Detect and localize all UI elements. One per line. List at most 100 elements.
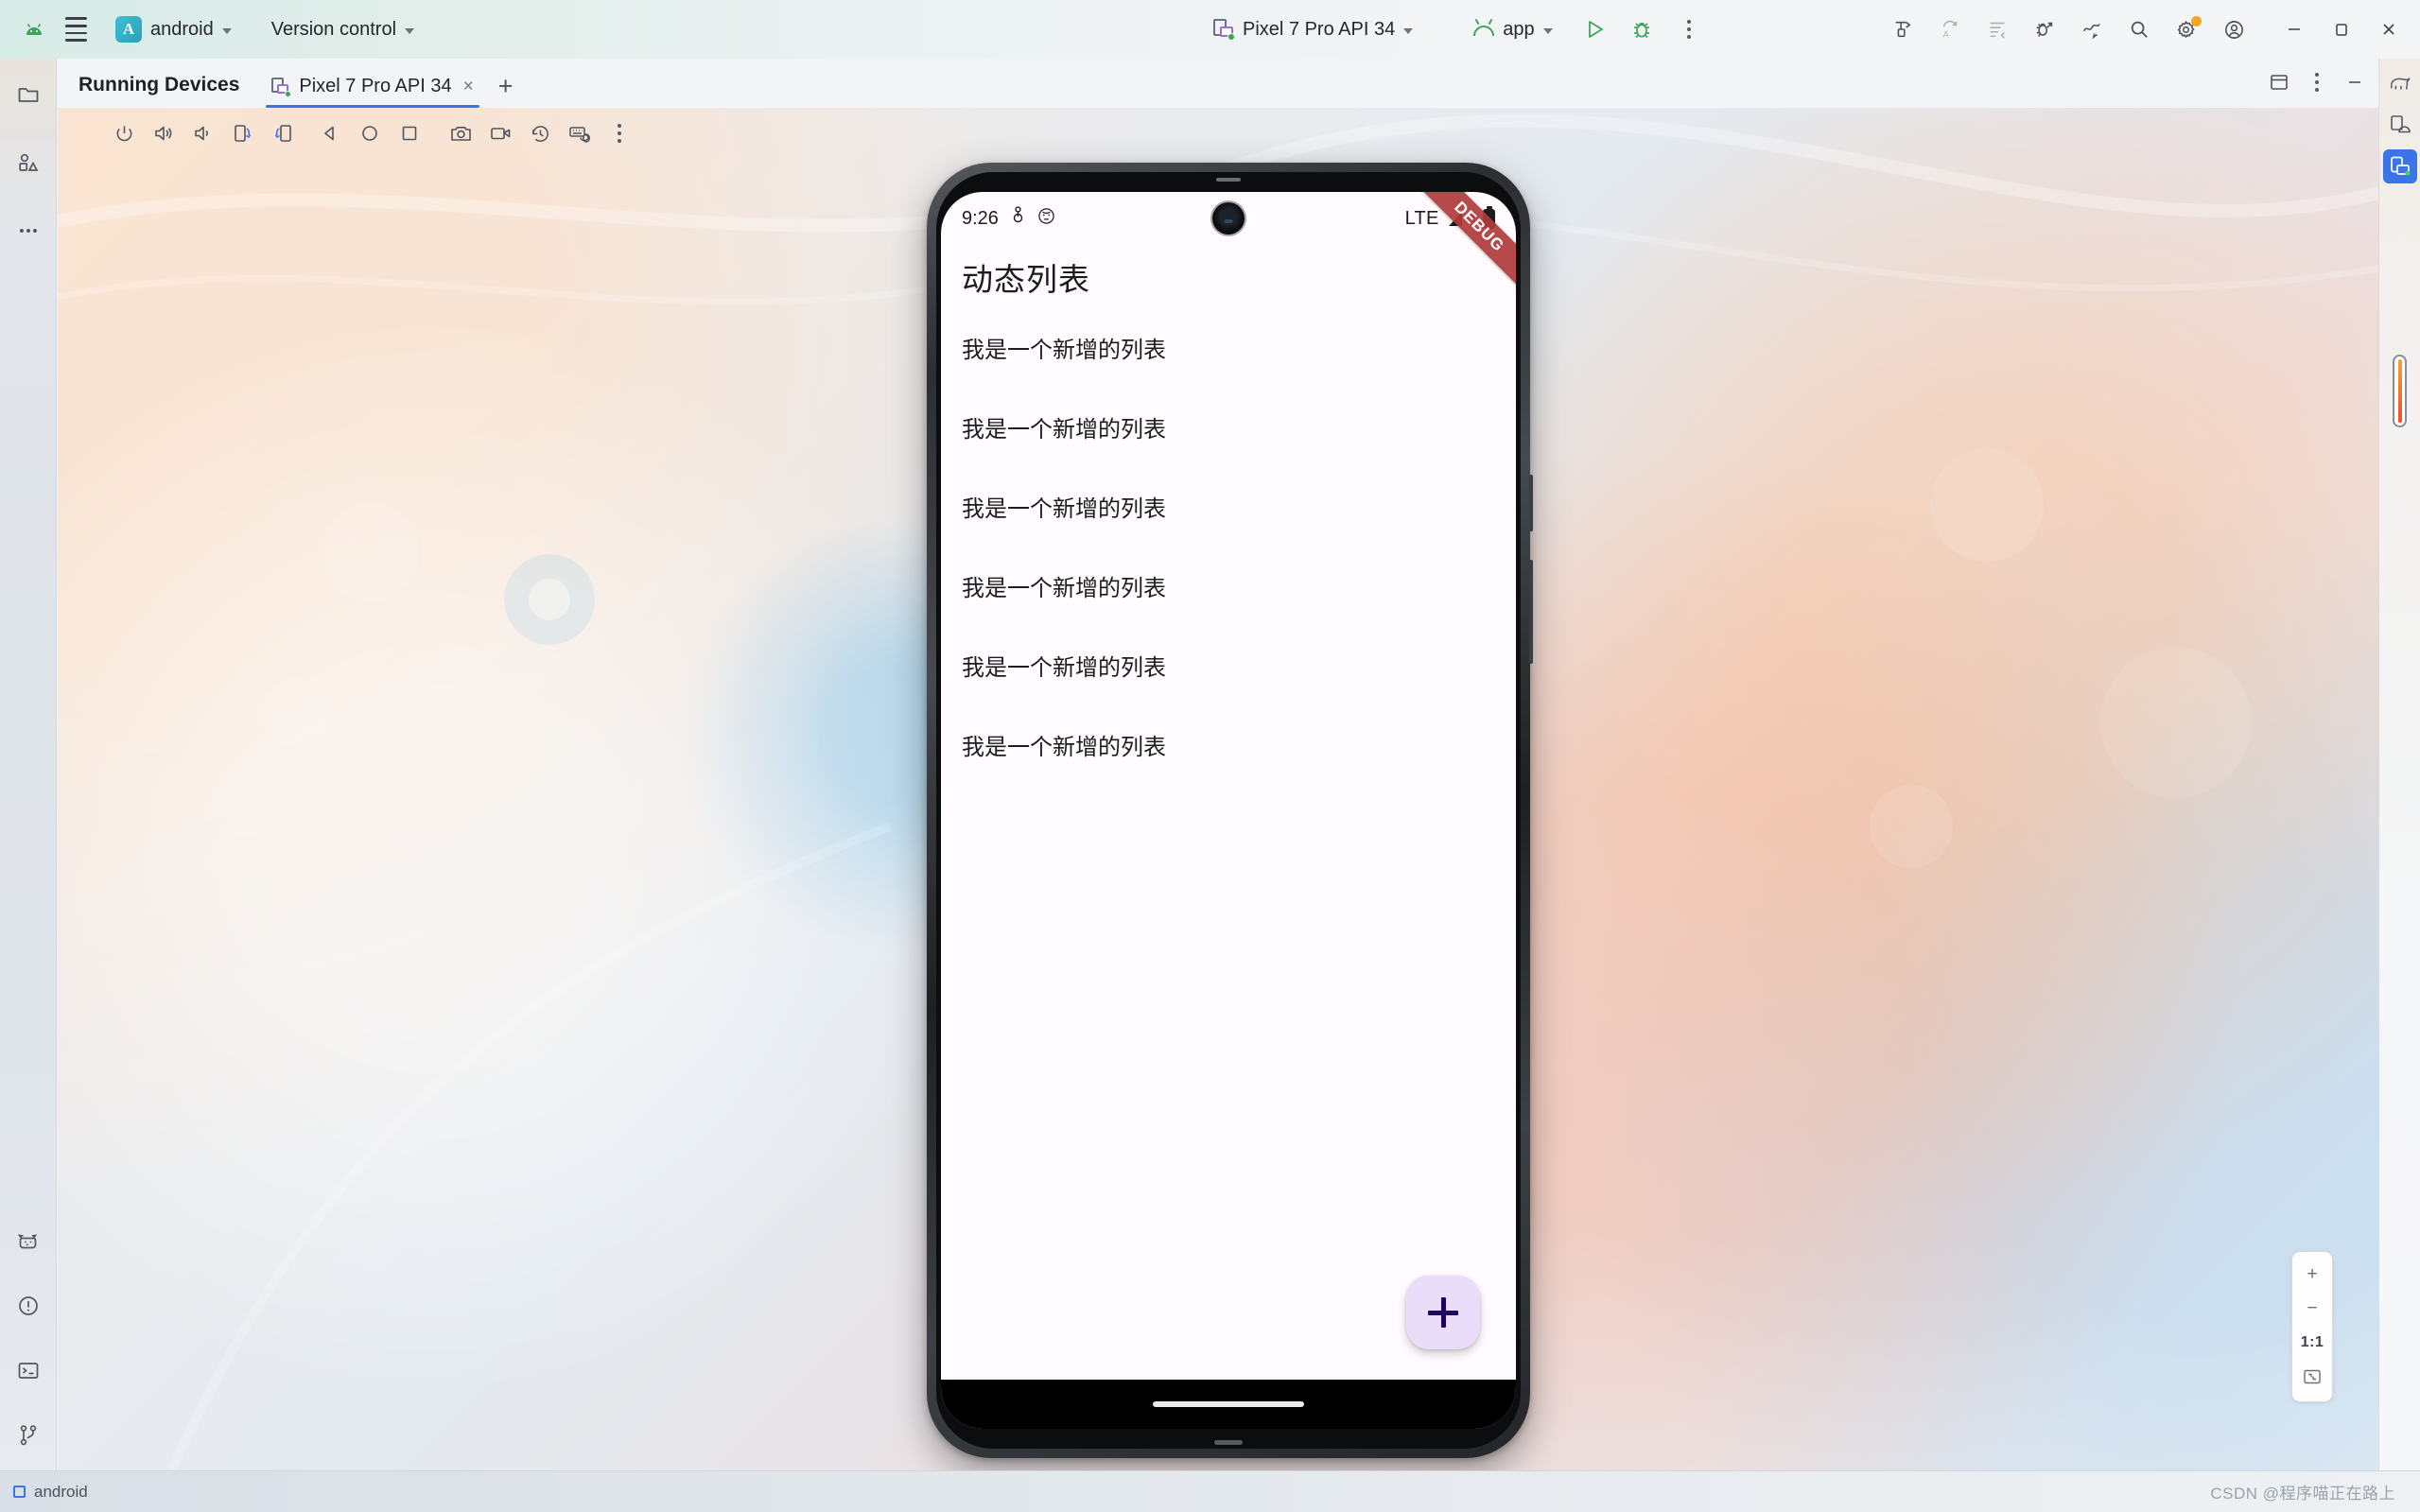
project-folder-icon[interactable] <box>6 72 51 117</box>
bottom-status-bar: android CSDN @程序喵正在路上 <box>0 1470 2420 1512</box>
status-time: 9:26 <box>962 207 999 229</box>
list-item[interactable]: 我是一个新增的列表 <box>941 387 1516 466</box>
debug-bug-icon[interactable] <box>1622 9 1662 49</box>
tab-pixel-7-pro-api-34[interactable]: Pixel 7 Pro API 34 × <box>260 76 484 108</box>
run-target-selector[interactable]: Pixel 7 Pro API 34 <box>1205 14 1421 45</box>
resource-manager-icon[interactable] <box>6 140 51 185</box>
problems-warning-icon[interactable] <box>6 1283 51 1329</box>
module-indicator[interactable]: android <box>13 1483 88 1502</box>
app-screen-title: 动态列表 <box>962 262 1090 297</box>
logcat-cat-icon[interactable] <box>6 1219 51 1264</box>
tool-window-tabstrip: Running Devices Pixel 7 Pro API 34 × + <box>58 59 2378 108</box>
emulator-device-frame[interactable]: 9:26 LTE DEBUG 动态列表 我是一个新增的列表 我是一个新增的列表 … <box>927 163 1533 1458</box>
list-item[interactable]: 我是一个新增的列表 <box>941 625 1516 704</box>
earpiece-speaker <box>1216 178 1241 182</box>
front-camera-punchhole <box>1212 202 1245 235</box>
rotate-right-icon[interactable] <box>226 116 260 150</box>
more-tool-windows-icon[interactable] <box>6 208 51 253</box>
run-configuration-selector[interactable]: app <box>1465 14 1560 45</box>
record-video-icon[interactable] <box>483 116 517 150</box>
screenshot-camera-icon[interactable] <box>444 116 478 150</box>
account-avatar-icon[interactable] <box>2212 8 2255 51</box>
run-play-icon[interactable] <box>1575 9 1614 49</box>
gesture-nav-bar <box>941 1380 1516 1429</box>
volume-up-icon[interactable] <box>147 116 181 150</box>
volume-button <box>1529 560 1533 664</box>
list-item[interactable]: 我是一个新增的列表 <box>941 307 1516 387</box>
android-studio-window: A android Version control Pixel 7 Pro AP… <box>0 0 2420 1512</box>
android-logo-icon <box>13 9 55 50</box>
android-config-icon <box>1473 18 1495 36</box>
options-kebab-icon[interactable] <box>2299 64 2335 100</box>
zoom-ratio-button[interactable]: 1:1 <box>2295 1328 2329 1358</box>
chevron-down-icon <box>221 27 232 34</box>
git-branch-icon[interactable] <box>6 1412 51 1457</box>
tab-label: Pixel 7 Pro API 34 <box>299 76 452 96</box>
snapshot-history-icon[interactable] <box>523 116 557 150</box>
network-type-label: LTE <box>1404 207 1439 229</box>
device-manager-icon[interactable] <box>2383 108 2417 142</box>
gradle-elephant-icon[interactable] <box>2383 66 2417 100</box>
power-button <box>1529 475 1533 531</box>
hardware-input-icon[interactable] <box>563 116 597 150</box>
project-selector[interactable]: A android <box>110 12 239 46</box>
version-control-label: Version control <box>270 18 397 40</box>
split-view-icon[interactable] <box>2261 64 2297 100</box>
hamburger-menu-icon[interactable] <box>55 9 96 50</box>
run-configuration-label: app <box>1503 18 1535 40</box>
redo-code-icon[interactable]: A <box>1928 8 1972 51</box>
hide-panel-icon[interactable] <box>2337 64 2373 100</box>
minimize-icon[interactable] <box>2272 8 2316 51</box>
settings-notification-badge <box>2191 16 2202 26</box>
more-vertical-icon[interactable] <box>1669 9 1709 49</box>
bluetooth-sharing-icon <box>1012 206 1024 231</box>
left-tool-window-bar <box>0 59 57 1470</box>
profiler-icon[interactable] <box>2070 8 2114 51</box>
chevron-down-icon <box>1542 27 1553 34</box>
search-icon[interactable] <box>2117 8 2161 51</box>
close-icon[interactable]: × <box>463 77 474 97</box>
close-icon[interactable] <box>2367 8 2411 51</box>
build-hammer-icon[interactable] <box>1881 8 1924 51</box>
more-options-icon[interactable] <box>602 116 636 150</box>
settings-gear-icon[interactable] <box>2165 8 2208 51</box>
watermark: CSDN @程序喵正在路上 <box>2210 1485 2395 1503</box>
project-badge: A <box>115 16 142 43</box>
overview-icon[interactable] <box>392 116 427 150</box>
volume-down-icon[interactable] <box>186 116 220 150</box>
power-icon[interactable] <box>107 116 141 150</box>
svg-text:A: A <box>1943 29 1950 39</box>
run-target-label: Pixel 7 Pro API 34 <box>1243 18 1396 40</box>
maximize-icon[interactable] <box>2320 8 2363 51</box>
home-icon[interactable] <box>353 116 387 150</box>
main-toolbar: A android Version control Pixel 7 Pro AP… <box>0 0 2420 59</box>
emulator-toolbar <box>58 108 2378 159</box>
device-canvas[interactable]: 9:26 LTE DEBUG 动态列表 我是一个新增的列表 我是一个新增的列表 … <box>58 108 2378 1470</box>
memory-heat-indicator[interactable] <box>2393 355 2407 427</box>
list-item[interactable]: 我是一个新增的列表 <box>941 466 1516 546</box>
project-name: android <box>150 18 214 40</box>
phone-inner-bezel: 9:26 LTE DEBUG 动态列表 我是一个新增的列表 我是一个新增的列表 … <box>936 172 1521 1449</box>
fit-to-screen-icon[interactable] <box>2295 1362 2329 1392</box>
version-control-menu[interactable]: Version control <box>264 15 422 44</box>
device-icon <box>1213 19 1235 41</box>
list-item[interactable]: 我是一个新增的列表 <box>941 546 1516 625</box>
dynamic-list[interactable]: 我是一个新增的列表 我是一个新增的列表 我是一个新增的列表 我是一个新增的列表 … <box>941 307 1516 784</box>
zoom-out-button[interactable]: − <box>2295 1294 2329 1324</box>
zoom-in-button[interactable]: + <box>2295 1260 2329 1290</box>
rotate-left-icon[interactable] <box>266 116 300 150</box>
page-title: Running Devices <box>78 74 240 96</box>
running-devices-icon[interactable] <box>2382 149 2417 183</box>
code-format-icon[interactable] <box>1976 8 2019 51</box>
add-tab-button[interactable]: + <box>485 74 527 108</box>
add-plus-icon[interactable] <box>1406 1276 1480 1349</box>
terminal-icon[interactable] <box>6 1347 51 1393</box>
module-label: android <box>34 1482 88 1501</box>
debug-attach-icon[interactable] <box>2023 8 2066 51</box>
module-square-icon <box>13 1486 26 1498</box>
zoom-controls: + − 1:1 <box>2291 1251 2333 1402</box>
back-icon[interactable] <box>313 116 347 150</box>
gesture-nav-pill[interactable] <box>1153 1401 1304 1407</box>
device-screen[interactable]: 9:26 LTE DEBUG 动态列表 我是一个新增的列表 我是一个新增的列表 … <box>941 192 1516 1429</box>
list-item[interactable]: 我是一个新增的列表 <box>941 704 1516 784</box>
